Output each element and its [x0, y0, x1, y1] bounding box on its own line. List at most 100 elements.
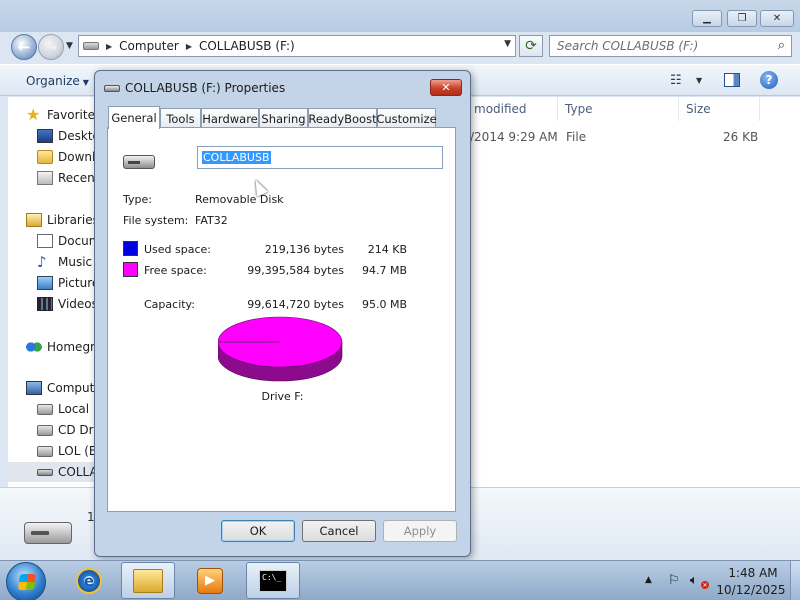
divider [122, 408, 441, 409]
breadcrumb-collabusb[interactable]: COLLABUSB (F:) [199, 39, 295, 53]
drive-slot [128, 161, 140, 164]
column-header-type[interactable]: Type [559, 97, 679, 121]
divider [122, 181, 441, 182]
forward-arrow-icon: → [44, 38, 58, 56]
used-space-bytes: 219,136 bytes [264, 243, 344, 256]
close-icon: ✕ [441, 81, 451, 94]
address-bar[interactable]: ▶ Computer ▶ COLLABUSB (F:) ▼ [78, 35, 516, 57]
search-placeholder: Search COLLABUSB (F:) [557, 39, 699, 53]
nav-music[interactable]: ♪ Music [37, 252, 92, 272]
nav-favorites[interactable]: ★ Favorites [26, 105, 101, 125]
general-tab-panel: COLLABUSB Type: Removable Disk File syst… [107, 127, 456, 512]
videos-icon [37, 297, 53, 311]
chevron-down-icon: ▼ [82, 78, 89, 87]
show-desktop-button[interactable] [790, 561, 800, 600]
close-button[interactable]: ✕ [760, 10, 794, 27]
used-space-label: Used space: [144, 243, 212, 256]
explorer-titlebar[interactable] [0, 0, 800, 32]
refresh-button[interactable]: ⟳ [519, 35, 543, 57]
divider [122, 234, 441, 235]
recent-pages-dropdown[interactable]: ▼ [66, 41, 73, 51]
capacity-size: 95.0 MB [361, 298, 407, 311]
star-icon: ★ [26, 105, 41, 124]
free-space-label: Free space: [144, 264, 207, 277]
taskbar: e ▶ C:\_ ▲ ⚐ 🔈︎ ✕ 1:48 AM 10/12/2025 [0, 560, 800, 600]
search-icon[interactable]: ⌕ [778, 38, 785, 53]
view-options-dropdown[interactable]: ▼ [696, 76, 702, 85]
breadcrumb-separator-icon[interactable]: ▶ [186, 42, 192, 51]
volume-label-input[interactable]: COLLABUSB [197, 146, 443, 169]
organize-button[interactable]: Organize ▼ [26, 74, 89, 88]
explorer-folder-icon [133, 568, 163, 593]
tab-hardware[interactable]: Hardware [201, 108, 259, 128]
taskbar-media-player[interactable]: ▶ [183, 562, 237, 599]
preview-pane-icon[interactable] [724, 73, 740, 87]
back-button[interactable]: ← [11, 34, 37, 60]
show-hidden-icons-icon[interactable]: ▲ [645, 575, 652, 585]
tab-customize[interactable]: Customize [376, 108, 437, 128]
nav-libraries[interactable]: Libraries [26, 210, 99, 230]
file-system-value: FAT32 [195, 214, 228, 227]
start-button[interactable] [6, 562, 46, 600]
tab-readyboost[interactable]: ReadyBoost [308, 108, 377, 128]
downloads-folder-icon [37, 150, 53, 164]
media-player-icon: ▶ [197, 567, 223, 594]
cancel-button[interactable]: Cancel [302, 520, 376, 542]
divider [122, 287, 441, 288]
back-arrow-icon: ← [17, 38, 31, 56]
nav-videos[interactable]: Videos [37, 294, 98, 314]
type-value: Removable Disk [195, 193, 284, 206]
refresh-icon: ⟳ [525, 38, 537, 54]
breadcrumb-computer[interactable]: Computer [119, 39, 179, 53]
type-label: Type: [123, 193, 152, 206]
usb-drive-icon [104, 85, 120, 92]
help-icon[interactable]: ? [760, 71, 778, 89]
navigation-pane: ★Favorites Desktop Downloads Recent Plac… [8, 97, 154, 487]
ok-button[interactable]: OK [221, 520, 295, 542]
column-header-size[interactable]: Size [680, 97, 760, 121]
disk-usage-pie [218, 316, 343, 382]
usb-drive-icon [24, 522, 72, 544]
capacity-label: Capacity: [144, 298, 195, 311]
address-dropdown-icon[interactable]: ▼ [504, 39, 511, 49]
breadcrumb-separator-icon[interactable]: ▶ [106, 42, 112, 51]
nav-collabusb[interactable]: COLLABUSB (F:) [8, 462, 154, 482]
music-note-icon: ♪ [37, 253, 47, 271]
desktop-icon [37, 129, 53, 143]
change-view-icon[interactable]: ☷ [670, 73, 682, 88]
windows-logo-icon [17, 574, 37, 590]
clock-date[interactable]: 10/12/2025 [716, 583, 786, 597]
tab-general[interactable]: General [108, 106, 160, 129]
used-space-swatch [123, 241, 138, 256]
forward-button[interactable]: → [38, 34, 64, 60]
nav-label: Libraries [47, 213, 99, 227]
nav-label: Music [58, 255, 93, 269]
volume-icon[interactable]: 🔈︎ [690, 573, 698, 588]
free-space-bytes: 99,395,584 bytes [247, 264, 344, 277]
taskbar-cmd[interactable]: C:\_ [246, 562, 300, 599]
tab-tools[interactable]: Tools [160, 108, 201, 128]
action-center-flag-icon[interactable]: ⚐ [668, 573, 680, 588]
file-system-label: File system: [123, 214, 189, 227]
capacity-bytes: 99,614,720 bytes [247, 298, 344, 311]
hard-disk-icon [37, 403, 53, 415]
usb-drive-icon [83, 42, 99, 50]
minimize-button[interactable]: ▁ [692, 10, 722, 27]
tab-sharing[interactable]: Sharing [259, 108, 308, 128]
organize-label: Organize [26, 74, 80, 88]
apply-button[interactable]: Apply [383, 520, 457, 542]
drive-caption: Drive F: [261, 390, 304, 403]
taskbar-explorer[interactable] [121, 562, 175, 599]
taskbar-ie[interactable]: e [62, 562, 116, 599]
clock-time[interactable]: 1:48 AM [723, 566, 783, 580]
usb-drive-icon [37, 468, 53, 476]
pictures-icon [37, 276, 53, 290]
ie-icon: e [76, 567, 102, 594]
dialog-close-button[interactable]: ✕ [430, 79, 462, 96]
search-input[interactable]: Search COLLABUSB (F:) ⌕ [549, 35, 792, 57]
file-size[interactable]: 26 KB [723, 130, 758, 144]
maximize-button[interactable]: ❐ [727, 10, 757, 27]
column-header-date-modified[interactable]: modified [468, 97, 558, 121]
file-type[interactable]: File [566, 130, 586, 144]
file-modified[interactable]: /2014 9:29 AM [470, 130, 558, 144]
